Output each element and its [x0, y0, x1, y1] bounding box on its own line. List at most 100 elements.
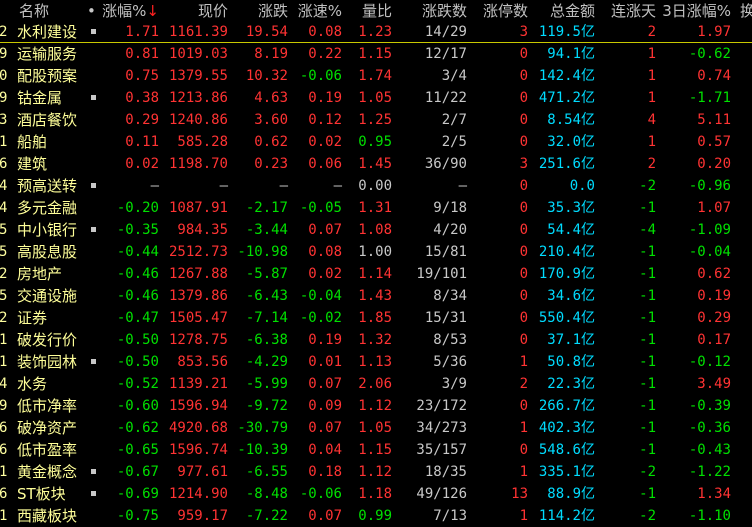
table-row[interactable]: 4 多元金融 -0.20 1087.91 -2.17 -0.05 1.31 9/18 0 35.3…: [0, 197, 752, 219]
custom-mark-icon: [91, 469, 96, 474]
row-index: 9: [0, 398, 8, 414]
cell-pct3: 0.57: [697, 134, 731, 150]
cell-pct: -0.35: [116, 222, 159, 238]
table-row[interactable]: 2 水利建设 1.71 1161.39 19.54 0.08 1.23 14/29 3 119.5…: [0, 21, 752, 43]
table-row[interactable]: 1 黄金概念 -0.67 977.61 -6.55 0.18 1.12 18/35 1 335.1…: [0, 461, 752, 483]
cell-limit-up: 0: [519, 90, 528, 106]
table-row[interactable]: 1 装饰园林 -0.50 853.56 -4.29 0.01 1.13 5/36 1 50.8亿 -…: [0, 351, 752, 373]
table-row[interactable]: 6 低市盈率 -0.65 1596.74 -10.39 0.04 1.15 35/157 0 54…: [0, 439, 752, 461]
col-header-updown[interactable]: 涨跌数: [422, 0, 467, 22]
table-row[interactable]: 1 西藏板块 -0.75 959.17 -7.22 0.07 0.99 7/13 1 114.2亿…: [0, 505, 752, 527]
cell-streak: -1: [639, 332, 656, 348]
sector-name: 破发行价: [17, 331, 78, 349]
cell-pct: -0.46: [116, 266, 159, 282]
cell-price: 1505.47: [168, 310, 228, 326]
cell-speed: -0.02: [299, 310, 342, 326]
cell-pct3: -0.62: [688, 46, 731, 62]
cell-vol-ratio: 1.12: [358, 464, 392, 480]
cell-limit-up: 0: [519, 398, 528, 414]
col-header-change[interactable]: 涨跌: [258, 0, 288, 22]
table-row[interactable]: 2 证券 -0.47 1505.47 -7.14 -0.02 1.85 15/31 0 550.4…: [0, 307, 752, 329]
row-index: 1: [0, 354, 8, 370]
cell-vol-ratio: 1.74: [358, 68, 392, 84]
table-row[interactable]: 9 钴金属 0.38 1213.86 4.63 0.19 1.05 11/22 0 471.2亿 1…: [0, 87, 752, 109]
cell-vol-ratio: 0.95: [358, 134, 392, 150]
cell-limit-up: 0: [519, 200, 528, 216]
col-header-limit-up[interactable]: 涨停数: [483, 0, 528, 22]
table-row[interactable]: 6 建筑 0.02 1198.70 0.23 0.06 1.45 36/90 3 251.6亿 2 0…: [0, 153, 752, 175]
cell-streak: -1: [639, 398, 656, 414]
cell-pct3: -1.10: [688, 508, 731, 524]
cell-speed: -0.05: [299, 200, 342, 216]
cell-streak: -4: [639, 222, 656, 238]
cell-streak: -2: [639, 178, 656, 194]
cell-speed: -0.04: [299, 288, 342, 304]
cell-updown: 12/17: [424, 46, 467, 62]
cell-speed: 0.08: [308, 24, 342, 40]
col-header-amount[interactable]: 总金额: [550, 0, 595, 22]
cell-amount: 548.6亿: [538, 442, 595, 458]
cell-change: -30.79: [237, 420, 288, 436]
cell-limit-up: 0: [519, 442, 528, 458]
cell-pct3: 0.17: [697, 332, 731, 348]
table-row[interactable]: 6 破净资产 -0.62 4920.68 -30.79 0.07 1.05 34/273 1 40…: [0, 417, 752, 439]
cell-pct: 0.02: [125, 156, 159, 172]
cell-amount: 50.8亿: [547, 354, 595, 370]
col-header-name[interactable]: 名称: [19, 0, 49, 22]
cell-vol-ratio: 1.23: [358, 24, 392, 40]
cell-updown: 18/35: [424, 464, 467, 480]
table-row[interactable]: 6 ST板块 -0.69 1214.90 -8.48 -0.06 1.18 49/126 13 8…: [0, 483, 752, 505]
cell-change: 0.23: [254, 156, 288, 172]
cell-pct: -0.65: [116, 442, 159, 458]
custom-mark-icon: [91, 359, 96, 364]
col-header-streak[interactable]: 连涨天: [611, 0, 656, 22]
cell-streak: -1: [639, 288, 656, 304]
cell-speed: 0.19: [308, 90, 342, 106]
col-header-turnover-cut[interactable]: 换: [740, 0, 752, 22]
cell-pct3: 1.34: [697, 486, 731, 502]
cell-pct: -0.60: [116, 398, 159, 414]
table-row[interactable]: 1 破发行价 -0.50 1278.75 -6.38 0.19 1.32 8/53 0 37.1亿…: [0, 329, 752, 351]
col-header-speed[interactable]: 涨速%: [298, 0, 342, 22]
cell-limit-up: 1: [519, 464, 528, 480]
cell-price: 2512.73: [168, 244, 228, 260]
cell-price: 1278.75: [168, 332, 228, 348]
table-row[interactable]: 1 船舶 0.11 585.28 0.62 0.02 0.95 2/5 0 32.0亿 1 0.57: [0, 131, 752, 153]
row-index: 4: [0, 178, 8, 194]
col-header-vol-ratio[interactable]: 量比: [362, 0, 392, 22]
sector-name: 建筑: [17, 155, 48, 173]
cell-pct3: 1.07: [697, 200, 731, 216]
col-header-pct[interactable]: 涨幅%↓: [102, 0, 159, 22]
cell-change: -7.22: [245, 508, 288, 524]
table-row[interactable]: 5 高股息股 -0.44 2512.73 -10.98 0.08 1.00 15/81 0 210…: [0, 241, 752, 263]
table-row[interactable]: 5 交通设施 -0.46 1379.86 -6.43 -0.04 1.43 8/34 0 34.6…: [0, 285, 752, 307]
table-row[interactable]: 5 中小银行 -0.35 984.35 -3.44 0.07 1.08 4/20 0 54.4亿 -…: [0, 219, 752, 241]
cell-pct: —: [150, 178, 159, 194]
custom-mark-icon: [91, 183, 96, 188]
table-row[interactable]: 4 水务 -0.52 1139.21 -5.99 0.07 2.06 3/9 2 22.3亿 -1 3…: [0, 373, 752, 395]
table-row[interactable]: 4 预高送转 — — — — 0.00 — 0 0.0 -2 -0.96: [0, 175, 752, 197]
cell-amount: 94.1亿: [547, 46, 595, 62]
col-header-price[interactable]: 现价: [198, 0, 228, 22]
cell-amount: 32.0亿: [547, 134, 595, 150]
cell-change: -5.87: [245, 266, 288, 282]
cell-streak: 1: [647, 134, 656, 150]
table-row[interactable]: 2 房地产 -0.46 1267.88 -5.87 0.02 1.14 19/101 0 170.…: [0, 263, 752, 285]
cell-pct3: 0.20: [697, 156, 731, 172]
cell-vol-ratio: 1.45: [358, 156, 392, 172]
cell-price: 1213.86: [168, 90, 228, 106]
table-row[interactable]: 9 低市净率 -0.60 1596.94 -9.72 0.09 1.12 23/172 0 266…: [0, 395, 752, 417]
col-header-mark[interactable]: •: [87, 0, 96, 22]
col-header-pct3[interactable]: 3日涨幅%: [662, 0, 731, 22]
table-row[interactable]: 0 配股预案 0.75 1379.55 10.32 -0.06 1.74 3/4 0 142.4亿…: [0, 65, 752, 87]
table-row[interactable]: 3 酒店餐饮 0.29 1240.86 3.60 0.12 1.25 2/7 0 8.54亿 4 5.…: [0, 109, 752, 131]
cell-vol-ratio: 1.08: [358, 222, 392, 238]
cell-limit-up: 0: [519, 288, 528, 304]
cell-limit-up: 0: [519, 244, 528, 260]
cell-updown: 3/9: [441, 376, 467, 392]
table-row[interactable]: 9 运输服务 0.81 1019.03 8.19 0.22 1.15 12/17 0 94.1亿 1…: [0, 43, 752, 65]
cell-vol-ratio: 1.00: [358, 244, 392, 260]
row-index: 6: [0, 156, 8, 172]
cell-pct3: 1.97: [697, 24, 731, 40]
cell-price: 1161.39: [168, 24, 228, 40]
